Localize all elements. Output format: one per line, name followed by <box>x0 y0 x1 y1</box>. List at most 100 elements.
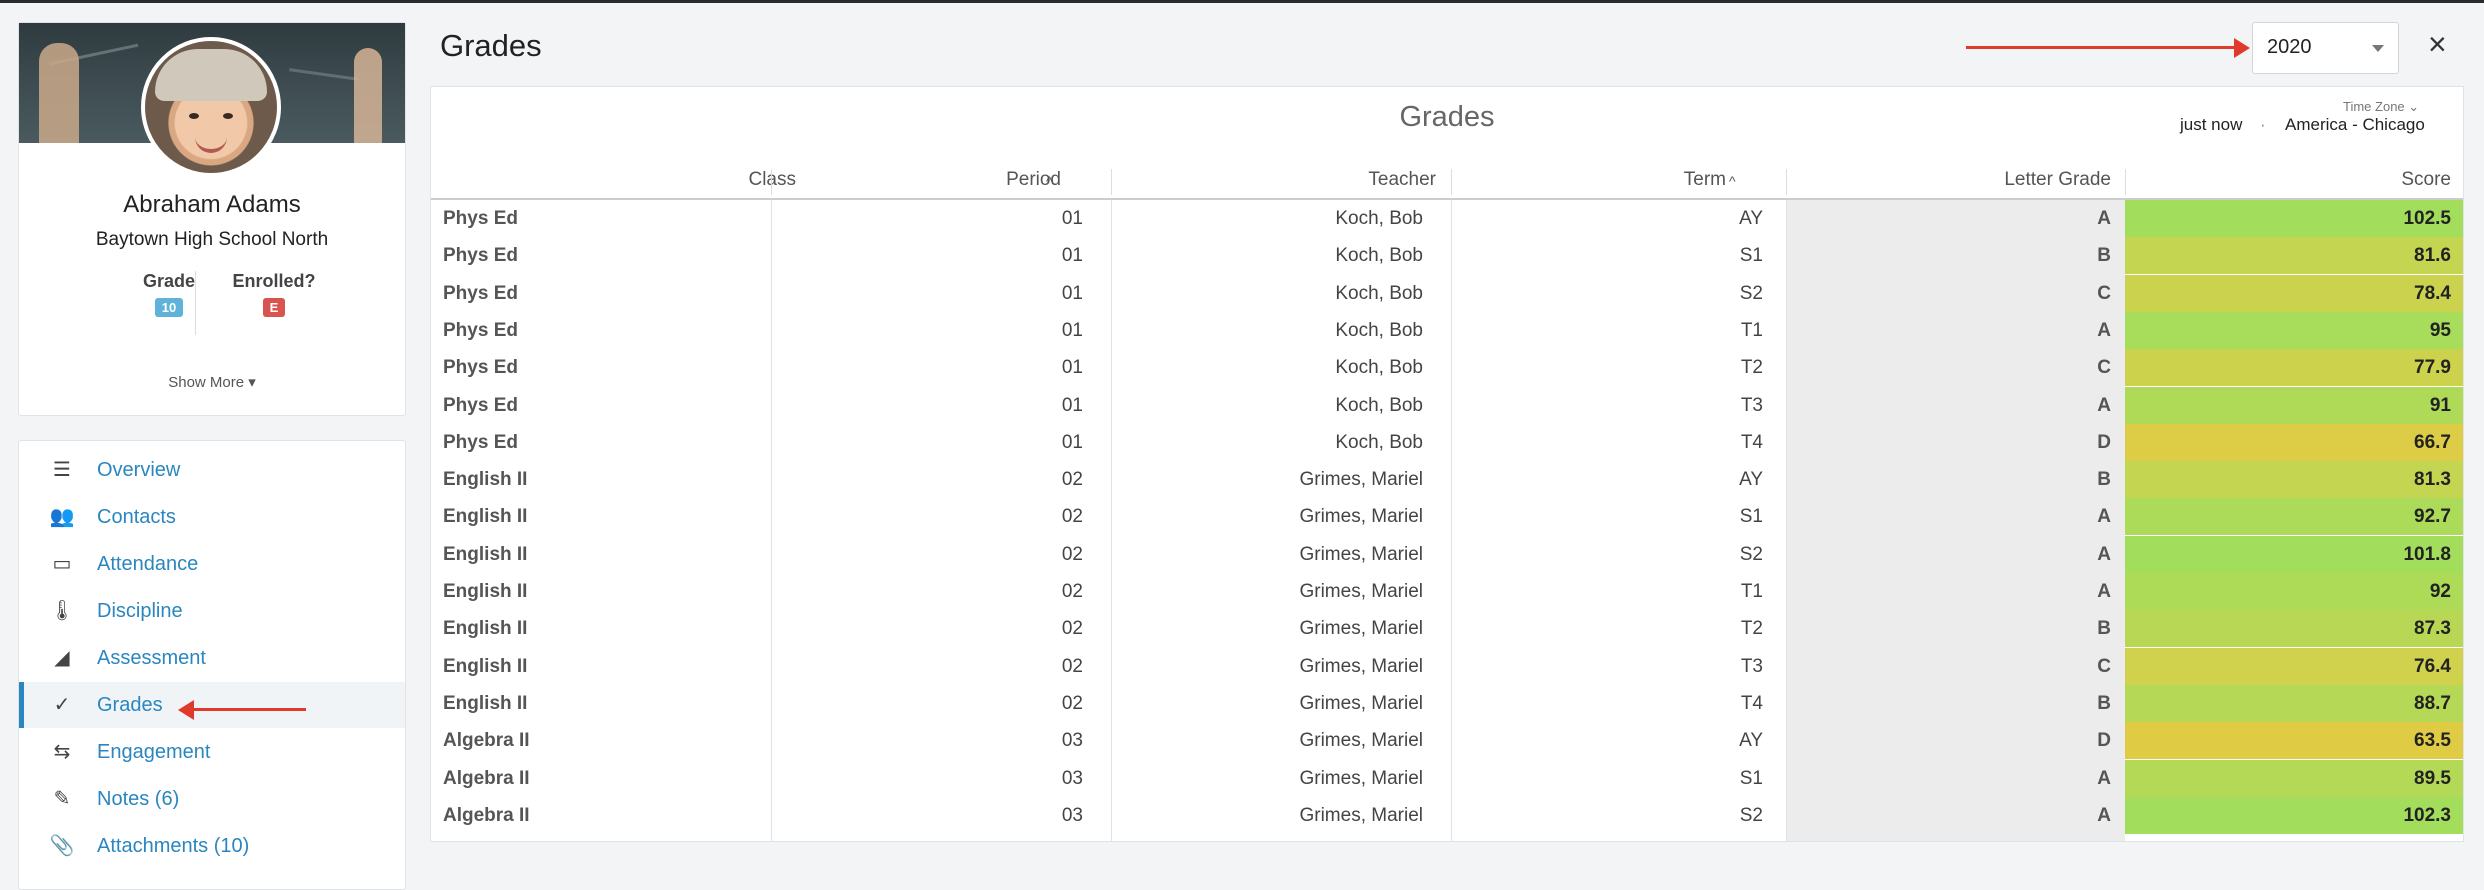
sidebar-item-contacts[interactable]: 👥 Contacts <box>19 494 405 540</box>
sidebar-item-label: Discipline <box>97 600 183 622</box>
cell-teacher: Grimes, Mariel <box>1299 655 1423 677</box>
table-row[interactable]: Phys Ed 01 Koch, Bob T1 A 95 <box>431 311 2463 349</box>
cell-term: S2 <box>1739 804 1763 826</box>
table-row[interactable]: Algebra II 03 Grimes, Mariel AY D 63.5 <box>431 722 2463 760</box>
cell-period: 02 <box>1061 469 1083 491</box>
cell-score: 88.7 <box>2125 684 2463 722</box>
exchange-icon: ⇆ <box>53 741 71 763</box>
table-row[interactable]: English II 02 Grimes, Mariel S1 A 92.7 <box>431 498 2463 536</box>
cell-period: 01 <box>1061 394 1083 416</box>
cell-letter-grade: B <box>2097 245 2111 267</box>
sidebar-item-engagement[interactable]: ⇆ Engagement <box>19 729 405 775</box>
sidebar-item-notes[interactable]: ✎ Notes (6) <box>19 776 405 822</box>
annotation-arrow-year <box>1966 46 2236 49</box>
chevron-down-icon <box>2372 45 2384 52</box>
cell-letter-grade: A <box>2097 804 2111 826</box>
paperclip-icon: 📎 <box>49 835 75 857</box>
show-more-button[interactable]: Show More ▾ <box>19 373 405 391</box>
year-select[interactable]: 2020 <box>2252 22 2399 74</box>
column-header-term[interactable]: Term <box>1601 169 1726 191</box>
grade-label: Grade <box>142 271 196 291</box>
table-row[interactable]: English II 02 Grimes, Mariel T2 B 87.3 <box>431 610 2463 648</box>
column-header-class[interactable]: Class <box>676 169 796 191</box>
sidebar-item-label: Notes (6) <box>97 788 180 810</box>
sort-ascending-icon[interactable]: ^ <box>1046 173 1053 189</box>
sidebar-item-grades[interactable]: ✓ Grades <box>19 682 405 728</box>
table-row[interactable]: English II 02 Grimes, Mariel S2 A 101.8 <box>431 535 2463 573</box>
enrolled-badge: E <box>262 298 286 317</box>
last-updated: just now <box>2180 115 2243 134</box>
cell-class: English II <box>443 543 528 565</box>
sidebar-item-assessment[interactable]: ◢ Assessment <box>19 635 405 681</box>
page-title: Grades <box>440 28 542 63</box>
cell-teacher: Koch, Bob <box>1335 394 1423 416</box>
table-row[interactable]: English II 02 Grimes, Mariel T3 C 76.4 <box>431 647 2463 685</box>
people-icon: 👥 <box>49 506 75 528</box>
cell-teacher: Grimes, Mariel <box>1299 730 1423 752</box>
cell-period: 01 <box>1061 431 1083 453</box>
column-separator <box>1111 169 1112 195</box>
sidebar-item-discipline[interactable]: 🌡 Discipline <box>19 588 405 634</box>
annotation-arrow-year-head <box>2234 38 2250 58</box>
thermometer-icon: 🌡 <box>49 600 75 622</box>
table-row[interactable]: Phys Ed 01 Koch, Bob S2 C 78.4 <box>431 274 2463 312</box>
grades-panel: Grades Time Zone ⌄ just now · America - … <box>430 86 2464 842</box>
cell-period: 02 <box>1061 692 1083 714</box>
table-row[interactable]: Phys Ed 01 Koch, Bob T2 C 77.9 <box>431 349 2463 387</box>
sort-ascending-icon[interactable]: ^ <box>1729 173 1736 189</box>
cell-class: Phys Ed <box>443 319 518 341</box>
cell-letter-grade: B <box>2097 692 2111 714</box>
table-row[interactable]: Algebra II 03 Grimes, Mariel S2 A 102.3 <box>431 796 2463 834</box>
cell-class: Phys Ed <box>443 394 518 416</box>
table-row[interactable]: English II 02 Grimes, Mariel T1 A 92 <box>431 573 2463 610</box>
cell-score: 66.7 <box>2125 423 2463 461</box>
column-header-score[interactable]: Score <box>2281 169 2451 191</box>
table-row[interactable]: Phys Ed 01 Koch, Bob S1 B 81.6 <box>431 237 2463 275</box>
sidebar-item-attachments[interactable]: 📎 Attachments (10) <box>19 823 405 869</box>
column-header-letter-grade[interactable]: Letter Grade <box>1931 169 2111 191</box>
table-row[interactable]: Phys Ed 01 Koch, Bob T4 D 66.7 <box>431 423 2463 461</box>
column-header-teacher[interactable]: Teacher <box>1281 169 1436 191</box>
cell-class: Algebra II <box>443 730 530 752</box>
cell-period: 03 <box>1061 730 1083 752</box>
cell-class: Phys Ed <box>443 245 518 267</box>
table-row[interactable]: Algebra II 03 Grimes, Mariel S1 A 89.5 <box>431 759 2463 797</box>
table-row[interactable]: Phys Ed 01 Koch, Bob AY A 102.5 <box>431 200 2463 237</box>
year-select-value: 2020 <box>2267 36 2312 58</box>
table-row[interactable]: English II 02 Grimes, Mariel AY B 81.3 <box>431 461 2463 499</box>
sidebar-item-label: Engagement <box>97 741 211 763</box>
cell-class: English II <box>443 655 528 677</box>
sidebar-item-overview[interactable]: ☰ Overview <box>19 447 405 493</box>
area-chart-icon: ◢ <box>54 647 70 669</box>
cell-letter-grade: B <box>2097 469 2111 491</box>
panel-title: Grades <box>1399 101 1495 133</box>
cell-period: 01 <box>1061 319 1083 341</box>
cell-score: 101.8 <box>2125 535 2463 573</box>
sidebar-item-attendance[interactable]: ▭ Attendance <box>19 541 405 587</box>
column-header-period[interactable]: Period <box>911 169 1061 191</box>
student-profile-card: Abraham Adams Baytown High School North … <box>18 22 406 416</box>
close-button[interactable]: × <box>2428 26 2447 62</box>
timezone-value[interactable]: America - Chicago <box>2285 115 2425 135</box>
cell-letter-grade: C <box>2097 282 2111 304</box>
cell-teacher: Grimes, Mariel <box>1299 581 1423 602</box>
cell-letter-grade: C <box>2097 357 2111 379</box>
cell-teacher: Koch, Bob <box>1335 319 1423 341</box>
table-row[interactable]: English II 02 Grimes, Mariel T4 B 88.7 <box>431 684 2463 722</box>
cell-term: T2 <box>1740 618 1763 640</box>
cell-teacher: Koch, Bob <box>1335 357 1423 379</box>
student-name: Abraham Adams <box>123 191 301 218</box>
cell-term: S1 <box>1739 506 1763 528</box>
column-separator <box>771 169 772 195</box>
cell-period: 02 <box>1061 655 1083 677</box>
cell-class: Phys Ed <box>443 282 518 304</box>
school-name: Baytown High School North <box>95 229 329 250</box>
cell-score: 77.9 <box>2125 349 2463 387</box>
cell-period: 02 <box>1061 581 1083 602</box>
cell-letter-grade: A <box>2097 394 2111 416</box>
cell-teacher: Grimes, Mariel <box>1299 692 1423 714</box>
table-row[interactable]: Phys Ed 01 Koch, Bob T3 A 91 <box>431 386 2463 424</box>
timezone-label[interactable]: Time Zone ⌄ <box>2343 99 2419 115</box>
cell-teacher: Grimes, Mariel <box>1299 543 1423 565</box>
cell-teacher: Koch, Bob <box>1335 245 1423 267</box>
